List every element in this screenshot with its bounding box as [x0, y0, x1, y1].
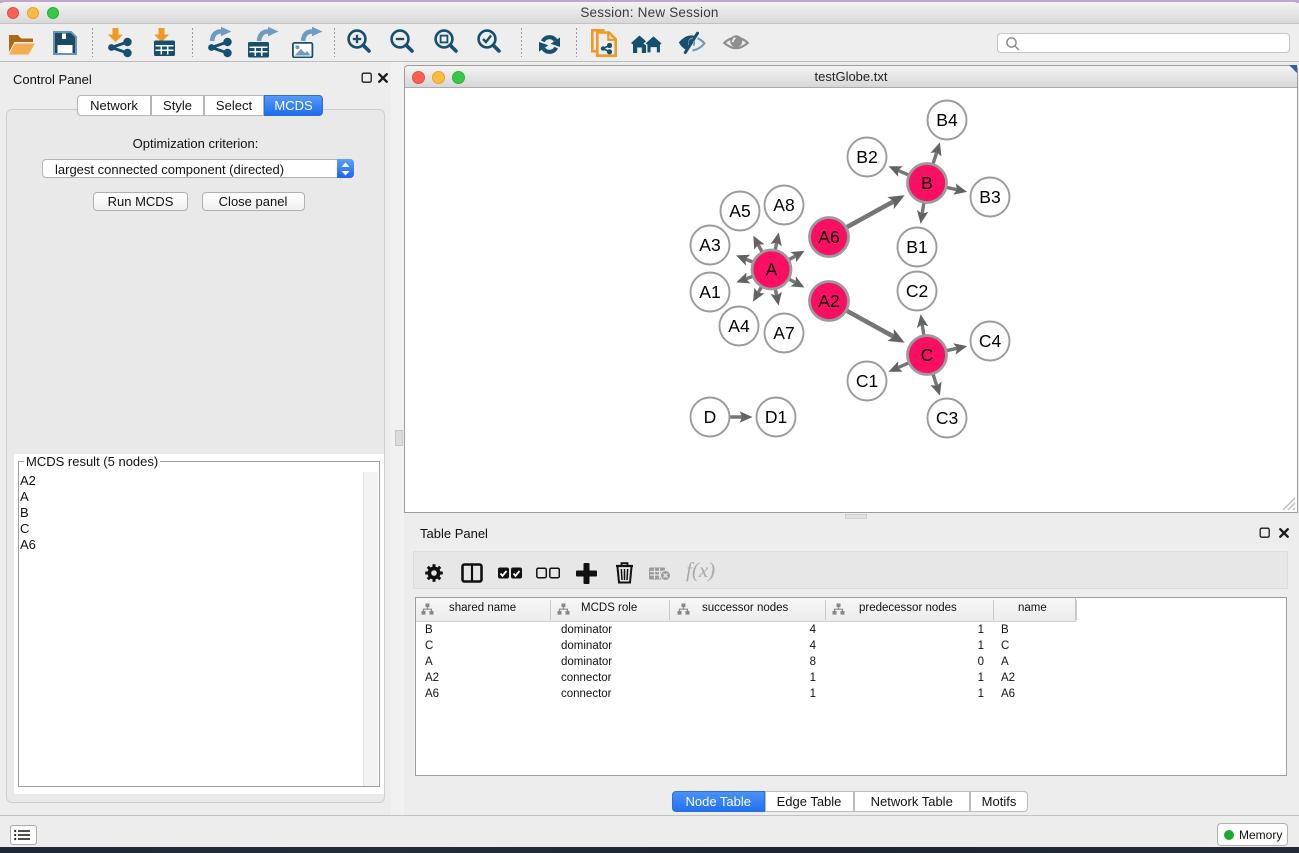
- svg-text:D1: D1: [765, 407, 787, 427]
- svg-text:A1: A1: [699, 282, 720, 302]
- svg-text:C: C: [921, 345, 934, 365]
- svg-text:A4: A4: [728, 316, 750, 336]
- svg-text:A2: A2: [818, 291, 839, 311]
- svg-text:D: D: [704, 407, 717, 427]
- svg-text:B1: B1: [906, 237, 927, 257]
- svg-text:B2: B2: [856, 147, 877, 167]
- svg-text:A5: A5: [729, 201, 750, 221]
- svg-text:B3: B3: [979, 187, 1000, 207]
- svg-text:B: B: [921, 173, 933, 193]
- svg-text:C4: C4: [979, 331, 1002, 351]
- svg-text:A: A: [766, 260, 778, 280]
- svg-text:C3: C3: [936, 408, 958, 428]
- svg-text:A7: A7: [773, 323, 794, 343]
- svg-text:A6: A6: [818, 227, 839, 247]
- svg-text:A3: A3: [699, 235, 720, 255]
- svg-text:C1: C1: [856, 371, 878, 391]
- svg-text:A8: A8: [773, 195, 794, 215]
- svg-text:B4: B4: [936, 110, 958, 130]
- svg-text:C2: C2: [906, 281, 928, 301]
